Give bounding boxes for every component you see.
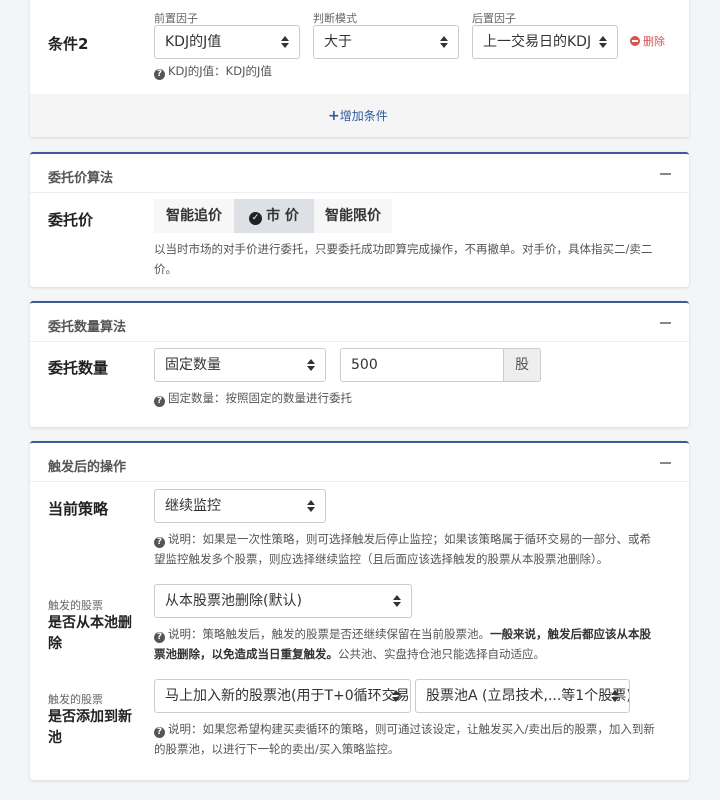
question-icon: ? [154,537,165,548]
remove-select[interactable]: 从本股票池删除(默认) [154,584,412,618]
remove-help-line2-a: 票池删除，以免造成当日重复触发。 [154,647,338,661]
question-icon: ? [154,727,165,738]
collapse-icon[interactable] [660,173,671,175]
quantity-amount-input[interactable]: 500 [340,348,504,382]
remove-help-line1-a: 说明：策略触发后，触发的股票是否还继续保留在当前股票池。 [168,627,490,641]
price-option-smart-chase[interactable]: 智能追价 [154,199,234,233]
divider [30,192,689,193]
select-arrow-icon [307,358,315,372]
quantity-card: 委托数量算法 委托数量 固定数量 500 股 ? 固定数量：按照固定的数量进行委托 [30,301,689,427]
pre-factor-help: ? KDJ的J值：KDJ的J值 [154,61,272,81]
add-label-line2: 池 [48,730,62,746]
target-pool-select[interactable]: 股票池A (立昂技术,...等1个股票) [415,679,630,713]
strategy-help-line2: 望监控触发多个股票，则应选择继续监控（且后面应该选择触发的股票从本股票池删除）。 [154,552,609,566]
add-small-label: 触发的股票 [48,693,103,706]
select-arrow-icon [281,35,289,49]
post-factor-select[interactable]: 上一交易日的KDJ [472,25,618,59]
quantity-label: 委托数量 [48,359,109,377]
price-help: 以当时市场的对手价进行委托，只要委托成功即算完成操作，不再撤单。对手价，具体指买… [154,239,674,279]
quantity-mode-value: 固定数量 [165,357,221,373]
price-option-smart-limit[interactable]: 智能限价 [314,199,392,233]
select-arrow-icon [307,499,315,513]
question-icon: ? [154,396,165,407]
select-arrow-icon [611,689,619,703]
mode-label: 判断模式 [313,12,357,25]
remove-small-label: 触发的股票 [48,599,103,612]
price-card-title: 委托价算法 [48,171,114,186]
plus-icon: + [328,108,340,124]
add-pool-mode-select[interactable]: 马上加入新的股票池(用于T+0循环交易) [154,679,411,713]
price-option-market-label: 市 价 [266,208,299,224]
pool-value: 股票池A (立昂技术,...等1个股票) [426,688,630,704]
quantity-help-text: 固定数量：按照固定的数量进行委托 [168,391,352,405]
price-label: 委托价 [48,211,94,229]
after-card-title: 触发后的操作 [48,460,127,475]
remove-help-line2-b: 公共池、实盘持仓池只能选择自动适应。 [338,647,545,661]
quantity-help: ? 固定数量：按照固定的数量进行委托 [154,388,352,408]
select-arrow-icon [599,35,607,49]
add-condition-label: 增加条件 [339,109,388,123]
quantity-card-title: 委托数量算法 [48,320,127,335]
pre-factor-help-text: KDJ的J值：KDJ的J值 [168,64,272,78]
remove-label-line1: 是否从本池删 [48,615,132,631]
add-label: 是否添加到新 池 [48,707,132,749]
remove-value: 从本股票池删除(默认) [165,593,302,609]
strategy-label: 当前策略 [48,500,109,518]
minus-circle-icon [630,36,640,46]
add-help: ? 说明：如果您希望构建买卖循环的策略，则可通过该设定，让触发买入/卖出后的股票，… [154,719,679,759]
price-option-market[interactable]: ✓ 市 价 [234,199,314,233]
collapse-icon[interactable] [660,462,671,464]
divider [30,341,689,342]
remove-label: 是否从本池删 除 [48,613,132,655]
select-arrow-icon [392,689,400,703]
remove-help: ? 说明：策略触发后，触发的股票是否还继续保留在当前股票池。一般来说，触发后都应该… [154,624,679,664]
after-trigger-card: 触发后的操作 当前策略 继续监控 ? 说明：如果是一次性策略，则可选择触发后停止监… [30,441,689,780]
add-condition-bar: +增加条件 [30,94,689,137]
quantity-unit-addon: 股 [504,348,541,382]
strategy-help-line1: 说明：如果是一次性策略，则可选择触发后停止监控；如果该策略属于循环交易的一部分、… [168,532,651,546]
quantity-mode-select[interactable]: 固定数量 [154,348,326,382]
condition-card: 条件2 前置因子 判断模式 后置因子 KDJ的J值 大于 上一交易日的KDJ 删… [30,0,689,137]
add-condition-button[interactable]: +增加条件 [328,107,388,124]
add-help-line1: 说明：如果您希望构建买卖循环的策略，则可通过该设定，让触发买入/卖出后的股票，加… [168,722,655,736]
mode-select[interactable]: 大于 [313,25,459,59]
price-help-line2: 价。 [154,262,177,276]
divider [30,481,689,482]
select-arrow-icon [393,594,401,608]
remove-help-line1-b: 一般来说，触发后都应该从本股 [490,627,651,641]
strategy-select[interactable]: 继续监控 [154,489,326,523]
remove-label-line2: 除 [48,636,62,652]
add-label-line1: 是否添加到新 [48,709,132,725]
price-card: 委托价算法 委托价 智能追价 ✓ 市 价 智能限价 以当时市场的对手价进行委托，只… [30,152,689,287]
post-factor-label: 后置因子 [472,12,516,25]
add-value: 马上加入新的股票池(用于T+0循环交易) [165,688,411,704]
add-help-line2: 的股票池，以进行下一轮的卖出/买入策略监控。 [154,742,400,756]
mode-value: 大于 [324,34,352,50]
condition-label: 条件2 [48,35,89,53]
delete-label: 删除 [643,35,665,48]
strategy-help: ? 说明：如果是一次性策略，则可选择触发后停止监控；如果该策略属于循环交易的一部分… [154,529,679,569]
question-icon: ? [154,632,165,643]
select-arrow-icon [440,35,448,49]
pre-factor-select[interactable]: KDJ的J值 [154,25,300,59]
check-circle-icon: ✓ [249,212,263,225]
pre-factor-label: 前置因子 [154,12,198,25]
delete-condition-button[interactable]: 删除 [630,33,665,49]
question-icon: ? [154,69,165,80]
strategy-value: 继续监控 [165,498,221,514]
collapse-icon[interactable] [660,322,671,324]
post-factor-value: 上一交易日的KDJ [483,34,592,50]
price-help-line1: 以当时市场的对手价进行委托，只要委托成功即算完成操作，不再撤单。对手价，具体指买… [154,242,653,256]
pre-factor-value: KDJ的J值 [165,34,222,50]
